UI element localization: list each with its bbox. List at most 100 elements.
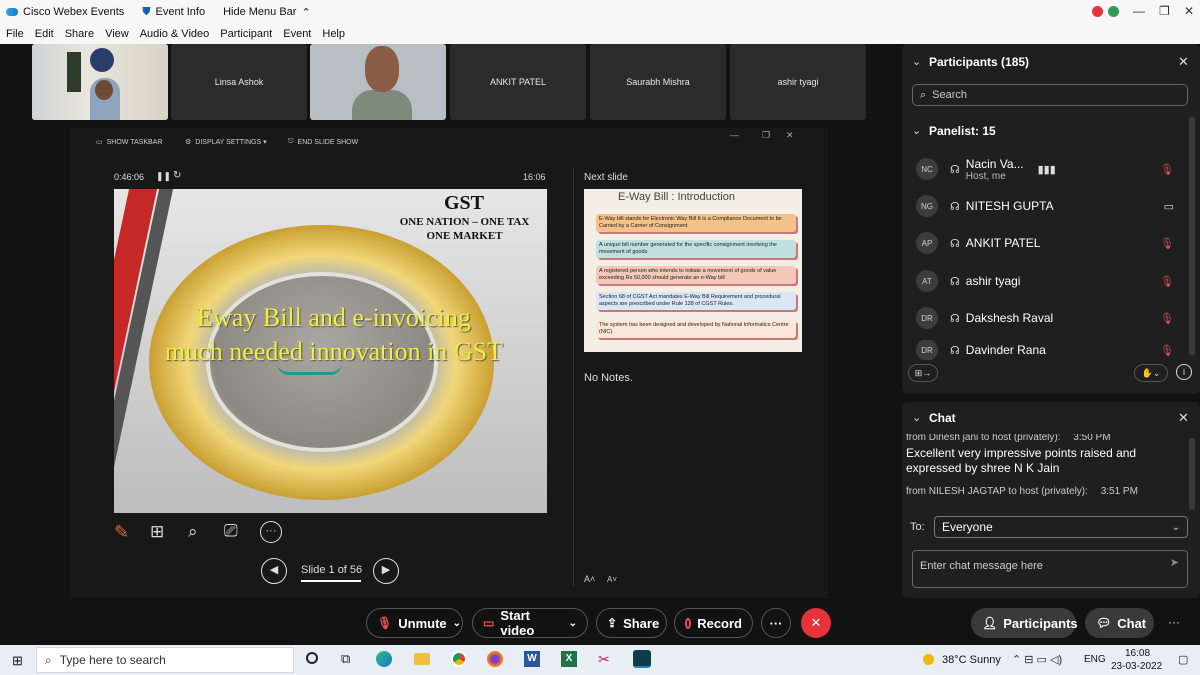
recipient-value: Everyone (942, 520, 993, 534)
participant-row[interactable]: DR ☊ Dakshesh Raval 🎙︎ (916, 303, 1186, 333)
expand-button[interactable]: ⊞→ (908, 364, 938, 382)
share-button[interactable]: ⇪ Share (596, 608, 667, 638)
shield-icon: ⛊ (142, 5, 151, 18)
mic-muted-icon[interactable]: 🎙︎ (1160, 237, 1174, 250)
participant-row[interactable]: AT ☊ ashir tyagi 🎙︎ (916, 266, 1186, 296)
video-tile[interactable]: Saurabh Mishra (590, 44, 726, 120)
snipping-tool-icon[interactable]: ✂ (598, 651, 610, 668)
video-tile[interactable]: ANKIT PATEL (450, 44, 586, 120)
activity-icon (1108, 6, 1119, 17)
menu-participant[interactable]: Participant (220, 28, 272, 40)
ppt-close-button[interactable]: ✕ (786, 130, 794, 141)
file-explorer-icon[interactable] (414, 653, 430, 665)
chat-toggle-button[interactable]: 💬︎ Chat (1085, 608, 1154, 638)
menu-view[interactable]: View (105, 28, 129, 40)
more-options-icon[interactable]: ··· (260, 521, 282, 543)
task-view-icon[interactable]: ⧉ (341, 651, 350, 667)
language-indicator[interactable]: ENG (1084, 654, 1106, 665)
increase-font-button[interactable]: A˄ (584, 574, 595, 584)
unmute-button[interactable]: 🎙︎ Unmute ⌄ (366, 608, 463, 638)
show-taskbar-label: SHOW TASKBAR (106, 138, 163, 146)
raise-hand-button[interactable]: ✋⌄ (1134, 364, 1168, 382)
weather-text[interactable]: 38°C Sunny (942, 654, 1001, 666)
participant-search[interactable]: ⌕ Search (912, 84, 1188, 106)
slide-gst-title: GST (443, 192, 485, 214)
close-window-button[interactable]: ✕ (1184, 4, 1194, 18)
restart-timer-icon[interactable]: ↻ (173, 170, 181, 181)
info-icon[interactable]: i (1176, 364, 1192, 380)
taskbar-time[interactable]: 16:08 (1125, 648, 1150, 659)
edge-icon[interactable] (376, 651, 392, 667)
ppt-restore-button[interactable]: ❐ (762, 130, 770, 141)
video-tile-camera[interactable] (310, 44, 446, 120)
taskbar-search[interactable]: ⌕ Type here to search (36, 647, 294, 673)
event-info-button[interactable]: ⛊ Event Info (142, 6, 205, 19)
close-chat-button[interactable]: ✕ (1178, 410, 1189, 426)
pause-timer-icon[interactable]: ❚❚ (156, 171, 171, 182)
previous-slide-button[interactable]: ◀ (261, 558, 287, 584)
windows-start-icon[interactable]: ⊞ (12, 653, 23, 669)
more-panels-button[interactable]: ··· (1168, 615, 1180, 629)
zoom-icon[interactable]: ⌕ (188, 522, 198, 542)
notification-icon[interactable]: ▢ (1178, 653, 1188, 666)
menu-share[interactable]: Share (65, 28, 94, 40)
send-icon[interactable]: ➤ (1170, 556, 1179, 569)
collapse-chat-icon[interactable]: ⌄ (912, 411, 921, 424)
leave-meeting-button[interactable]: ✕ (801, 608, 831, 638)
word-icon[interactable]: W (524, 651, 540, 667)
video-camera-icon[interactable]: ▭ (1164, 200, 1174, 213)
headset-icon: ☊ (950, 312, 960, 325)
collapse-participants-icon[interactable]: ⌄ (912, 55, 921, 68)
recipient-select[interactable]: Everyone ⌄ (934, 516, 1188, 538)
chat-input[interactable]: Enter chat message here ➤ (912, 550, 1188, 588)
firefox-icon[interactable] (487, 651, 503, 667)
ppt-minimize-button[interactable]: — (730, 130, 739, 140)
menu-edit[interactable]: Edit (35, 28, 54, 40)
close-participants-button[interactable]: ✕ (1178, 54, 1189, 70)
start-video-button[interactable]: ▭ Start video ⌄ (472, 608, 588, 638)
slide-grid-icon[interactable]: ⊞ (150, 522, 164, 542)
mic-muted-icon[interactable]: 🎙︎ (1160, 312, 1174, 325)
more-button[interactable]: ··· (761, 608, 791, 638)
mic-muted-icon[interactable]: 🎙︎ (1160, 163, 1174, 176)
video-tile[interactable]: Linsa Ashok (171, 44, 307, 120)
show-taskbar-button[interactable]: ▭ SHOW TASKBAR (96, 138, 163, 147)
end-slide-show-button[interactable]: ⎋ END SLIDE SHOW (288, 138, 358, 146)
elapsed-timer: 0:46:06 (114, 172, 145, 182)
minimize-button[interactable]: — (1133, 4, 1145, 18)
chrome-icon[interactable] (451, 651, 467, 667)
next-slide-preview[interactable]: E-Way Bill : Introduction E-Way bill sta… (584, 189, 802, 352)
participant-row[interactable]: DR ☊ Davinder Rana 🎙︎ (916, 340, 1186, 360)
participants-scrollbar[interactable] (1189, 116, 1195, 356)
menu-event[interactable]: Event (283, 28, 311, 40)
chat-scrollbar[interactable] (1189, 438, 1195, 510)
webex-taskbar-icon[interactable] (633, 650, 651, 668)
display-settings-button[interactable]: ⚙ DISPLAY SETTINGS ▾ (185, 138, 267, 146)
decrease-font-button[interactable]: A˅ (607, 575, 617, 584)
record-button[interactable]: Record (674, 608, 753, 638)
video-tile[interactable]: ashir tyagi (730, 44, 866, 120)
mic-muted-icon[interactable]: 🎙︎ (1160, 275, 1174, 288)
participant-row[interactable]: NC ☊ Nacin Va... Host, me ▮▮▮ 🎙︎ (916, 154, 1186, 184)
participant-row[interactable]: AP ☊ ANKIT PATEL 🎙︎ (916, 228, 1186, 258)
excel-icon[interactable]: X (561, 651, 577, 667)
mic-muted-icon[interactable]: 🎙︎ (1160, 344, 1174, 357)
video-tile-speaker[interactable] (32, 44, 168, 120)
end-show-icon: ⎋ (288, 138, 294, 145)
cortana-icon[interactable] (306, 652, 318, 664)
meeting-controls: 🎙︎ Unmute ⌄ ▭ Start video ⌄ ⇪ Share Reco… (0, 600, 1200, 645)
hide-menu-bar-button[interactable]: Hide Menu Bar ⌃ (223, 6, 311, 19)
menu-audio-video[interactable]: Audio & Video (140, 28, 210, 40)
menu-help[interactable]: Help (322, 28, 345, 40)
taskbar-date[interactable]: 23-03-2022 (1111, 661, 1162, 672)
pen-icon[interactable]: ✎ (114, 522, 129, 543)
participant-row[interactable]: NG ☊ NITESH GUPTA ▭ (916, 191, 1186, 221)
collapse-panelist-icon[interactable]: ⌄ (912, 124, 921, 137)
pointer-screen-icon[interactable]: ⎚ (224, 521, 238, 541)
maximize-button[interactable]: ❐ (1159, 4, 1170, 18)
next-slide-button[interactable]: ▶ (373, 558, 399, 584)
participants-toggle-button[interactable]: 👤︎ Participants (971, 608, 1078, 638)
tray-icons[interactable]: ⌃ ⊟ ▭ ◁) (1012, 653, 1062, 666)
chevron-down-icon: ⌄ (1171, 521, 1180, 533)
menu-file[interactable]: File (6, 28, 24, 40)
